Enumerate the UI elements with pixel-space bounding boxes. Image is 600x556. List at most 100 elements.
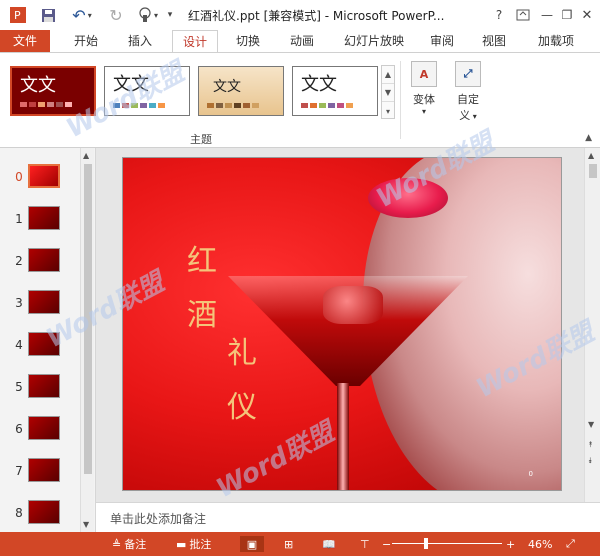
theme-sample-text: 文文 (20, 75, 56, 96)
minimize-button[interactable]: — (536, 4, 558, 26)
help-button[interactable]: ? (488, 4, 510, 26)
notes-toggle-label: 备注 (124, 538, 147, 551)
touch-mode-icon[interactable]: ▾ (134, 5, 160, 25)
tab-insert[interactable]: 插入 (118, 30, 162, 52)
gallery-down-icon[interactable]: ▼ (382, 84, 394, 102)
thumbnail-item[interactable]: 0 (0, 162, 80, 198)
tab-file[interactable]: 文件 (0, 30, 50, 52)
next-slide-icon[interactable]: ⯯ (588, 456, 593, 466)
chevron-down-icon: ▾ (421, 107, 426, 116)
group-divider (400, 61, 401, 139)
close-button[interactable]: ✕ (576, 4, 598, 26)
theme-thumbnail-1[interactable]: 文文 (10, 66, 96, 116)
slide-title-char[interactable]: 礼 (227, 328, 257, 372)
tab-home[interactable]: 开始 (64, 30, 108, 52)
slideshow-button[interactable]: ⊤ (360, 536, 370, 552)
gallery-more-icon[interactable]: ▾ (382, 102, 394, 120)
reading-view-icon: 📖 (322, 537, 336, 551)
theme-thumbnail-4[interactable]: 文文 (292, 66, 378, 116)
zoom-slider-knob[interactable] (424, 538, 428, 549)
ribbon-display-button[interactable] (512, 4, 534, 26)
theme-gallery-scroll[interactable]: ▲ ▼ ▾ (381, 65, 395, 119)
thumbnail-item[interactable]: 3 (0, 288, 80, 324)
theme-swatches (113, 103, 165, 108)
slide-sorter-button[interactable]: ⊞ (284, 536, 293, 552)
scroll-up-icon[interactable]: ▲ (83, 151, 89, 160)
tab-animations[interactable]: 动画 (280, 30, 324, 52)
title-bar: P ↶ ▾ ↻ ▾ ▾ 红酒礼仪.ppt [兼容模式] - Microsoft P… (0, 0, 600, 30)
slide-photo-ice (323, 286, 383, 324)
gallery-up-icon[interactable]: ▲ (382, 66, 394, 84)
customize-button[interactable]: ⤢ 自定 义 ▾ (450, 61, 486, 127)
thumbnail-item[interactable]: 5 (0, 372, 80, 408)
theme-thumbnail-2[interactable]: 文文 (104, 66, 190, 116)
variant-icon: A (411, 61, 437, 87)
customize-label-line1: 自定 (457, 93, 479, 106)
current-slide[interactable]: 红 酒 礼 仪 0 (122, 157, 562, 491)
thumbnail-number: 4 (15, 338, 23, 352)
thumbnail-image (28, 164, 60, 188)
previous-slide-icon[interactable]: ⯭ (588, 440, 593, 450)
tab-transitions[interactable]: 切换 (226, 30, 270, 52)
slide-thumbnails-pane: 0 1 2 3 4 5 6 7 8 ▲ ▼ (0, 148, 96, 532)
zoom-in-button[interactable]: + (506, 536, 515, 552)
slide-title-char[interactable]: 酒 (187, 290, 217, 334)
thumbnail-number: 2 (15, 254, 23, 268)
scrollbar-thumb[interactable] (84, 164, 92, 474)
thumbnail-image (28, 500, 60, 524)
slide-title-char[interactable]: 红 (187, 236, 217, 280)
scrollbar-thumb[interactable] (589, 164, 597, 178)
thumbnail-item[interactable]: 7 (0, 456, 80, 492)
thumbnail-item[interactable]: 4 (0, 330, 80, 366)
scroll-down-icon[interactable]: ▼ (83, 520, 89, 529)
slide-title-char[interactable]: 仪 (227, 382, 257, 426)
slide-number: 0 (528, 470, 533, 478)
scroll-down-icon[interactable]: ▼ (588, 420, 594, 429)
tab-design[interactable]: 设计 (172, 30, 218, 53)
tab-slideshow[interactable]: 幻灯片放映 (336, 30, 412, 52)
slide-scrollbar[interactable]: ▲ ▼ ⯭ ⯯ (584, 148, 600, 502)
fit-slide-button[interactable]: ⤢ (566, 536, 575, 552)
notes-placeholder: 单击此处添加备注 (110, 512, 207, 526)
theme-sample-text: 文文 (213, 79, 241, 95)
thumbnail-image (28, 290, 60, 314)
thumbnail-item[interactable]: 6 (0, 414, 80, 450)
thumbnail-number: 1 (15, 212, 23, 226)
notes-pane[interactable]: 单击此处添加备注 (96, 502, 600, 532)
comments-toggle-button[interactable]: ▬ 批注 (176, 536, 211, 552)
restore-button[interactable]: ❐ (556, 4, 578, 26)
tab-view[interactable]: 视图 (474, 30, 514, 52)
thumbnail-item[interactable]: 8 (0, 498, 80, 534)
fit-slide-icon: ⤢ (566, 537, 575, 550)
chevron-down-icon: ▾ (470, 112, 477, 121)
zoom-slider-track[interactable] (392, 543, 502, 544)
theme-thumbnail-3[interactable]: 文文 (198, 66, 284, 116)
thumbnail-item[interactable]: 2 (0, 246, 80, 282)
thumbnail-image (28, 332, 60, 356)
save-icon[interactable] (38, 5, 58, 25)
window-title: 红酒礼仪.ppt [兼容模式] - Microsoft PowerP... (188, 9, 445, 23)
zoom-percent[interactable]: 46% (528, 536, 552, 552)
collapse-ribbon-icon[interactable]: ▲ (585, 133, 592, 143)
thumbnail-item[interactable]: 1 (0, 204, 80, 240)
customize-qat-icon[interactable]: ▾ (162, 5, 178, 25)
redo-icon[interactable]: ↻ (106, 5, 126, 25)
tab-addins[interactable]: 加载项 (528, 30, 584, 52)
zoom-out-button[interactable]: − (382, 536, 391, 552)
slide-photo-stem (337, 383, 349, 490)
thumbnail-number: 0 (15, 170, 23, 184)
notes-icon: ≜ (112, 537, 122, 551)
notes-toggle-button[interactable]: ≜ 备注 (112, 536, 146, 552)
thumbnails-scrollbar[interactable]: ▲ ▼ (80, 148, 94, 532)
tab-review[interactable]: 审阅 (422, 30, 462, 52)
normal-view-button[interactable]: ▣ (240, 536, 264, 552)
app-icon[interactable]: P (8, 5, 28, 25)
variant-button[interactable]: A 变体 ▾ (406, 61, 442, 127)
scroll-up-icon[interactable]: ▲ (588, 151, 594, 160)
theme-sample-text: 文文 (113, 74, 149, 95)
thumbnail-image (28, 206, 60, 230)
theme-swatches (20, 102, 72, 107)
undo-icon[interactable]: ↶ ▾ (66, 5, 98, 25)
reading-view-button[interactable]: 📖 (322, 536, 336, 552)
slide-size-icon: ⤢ (455, 61, 481, 87)
